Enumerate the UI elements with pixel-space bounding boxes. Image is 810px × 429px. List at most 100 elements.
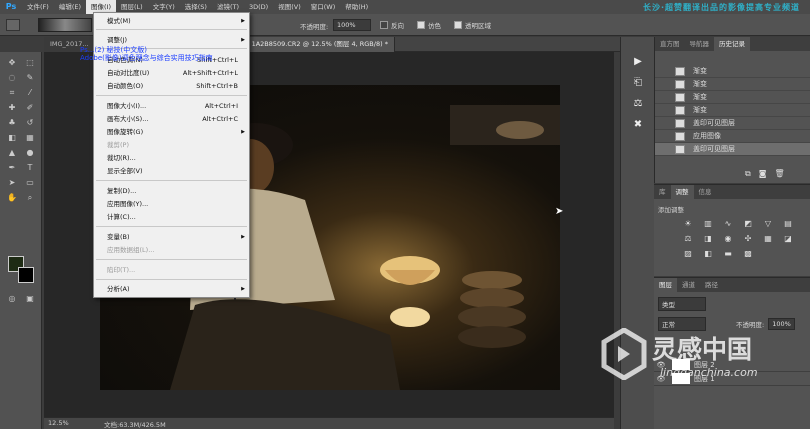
menu-edit[interactable]: 编辑(E)	[54, 0, 86, 14]
tab-channels[interactable]: 通道	[677, 278, 700, 292]
gradient-tool-sidebar-icon[interactable]: ▦	[23, 131, 37, 144]
opacity-input[interactable]: 100%	[333, 19, 371, 31]
gradient-tool-icon[interactable]	[6, 19, 20, 31]
threshold-icon[interactable]: ◧	[702, 249, 714, 259]
doc-size: 文档:63.3M/426.5M	[104, 421, 166, 429]
color-balance-icon[interactable]: ⚖	[682, 234, 694, 244]
zoom-level[interactable]: 12.5%	[48, 419, 69, 427]
type-tool-icon[interactable]: T	[23, 161, 37, 174]
healing-tool-icon[interactable]: ✚	[5, 101, 19, 114]
curves-icon[interactable]: ∿	[722, 219, 734, 229]
menu-item-rotation[interactable]: 图像旋转(G) ▶	[94, 126, 249, 138]
menu-item-mode[interactable]: 模式(M) ▶	[94, 15, 249, 27]
menu-item-trim[interactable]: 裁切(R)...	[94, 152, 249, 164]
submenu-arrow-icon: ▶	[241, 234, 245, 240]
menu-window[interactable]: 窗口(W)	[306, 0, 341, 14]
transparency-label: 透明区域	[465, 22, 491, 30]
menu-item-apply-image[interactable]: 应用图像(Y)...	[94, 198, 249, 210]
snapshot-icon[interactable]: ⧉	[745, 169, 751, 179]
screen-mode-icon[interactable]: ▣	[23, 292, 37, 305]
camera-icon[interactable]: ◙	[759, 169, 767, 179]
pen-tool-icon[interactable]: ✒	[5, 161, 19, 174]
lookup-icon[interactable]: ▦	[762, 234, 774, 244]
blur-tool-icon[interactable]: ▲	[5, 146, 19, 159]
dodge-tool-icon[interactable]: ●	[23, 146, 37, 159]
menu-item-duplicate[interactable]: 复制(D)...	[94, 185, 249, 197]
path-select-icon[interactable]: ➤	[5, 176, 19, 189]
menu-item-auto-color[interactable]: 自动颜色(O) Shift+Ctrl+B	[94, 80, 249, 92]
tab-adjustments[interactable]: 调整	[670, 185, 694, 199]
menu-item-adjust[interactable]: 调整(J) ▶	[94, 34, 249, 46]
shape-tool-icon[interactable]: ▭	[23, 176, 37, 189]
history-item[interactable]: 渐变	[655, 104, 810, 117]
history-brush-icon[interactable]: ↺	[23, 116, 37, 129]
zoom-tool-icon[interactable]: ⌕	[23, 191, 37, 204]
menu-item-image-size[interactable]: 图像大小(I)... Alt+Ctrl+I	[94, 100, 249, 112]
bw-icon[interactable]: ◨	[702, 234, 714, 244]
tab-layers[interactable]: 图层	[654, 278, 677, 292]
menu-item-analysis[interactable]: 分析(A) ▶	[94, 283, 249, 295]
menu-help[interactable]: 帮助(H)	[340, 0, 373, 14]
submenu-arrow-icon: ▶	[241, 129, 245, 135]
lasso-tool-icon[interactable]: ◌	[5, 71, 19, 84]
tab-navigator[interactable]: 导航器	[685, 37, 715, 51]
history-item[interactable]: 渐变	[655, 65, 810, 78]
channel-mixer-icon[interactable]: ✣	[742, 234, 754, 244]
selective-color-icon[interactable]: ▩	[742, 249, 754, 259]
background-color-swatch[interactable]	[18, 267, 34, 283]
exposure-icon[interactable]: ◩	[742, 219, 754, 229]
menu-item-variables[interactable]: 变量(B) ▶	[94, 231, 249, 243]
submenu-arrow-icon: ▶	[241, 286, 245, 292]
marquee-tool-icon[interactable]: ⬚	[23, 56, 37, 69]
play-icon[interactable]: ▶	[628, 53, 648, 71]
tab-1a2b8509[interactable]: 1A2B8509.CR2 @ 12.5% (图层 4, RGB/8) *	[245, 37, 395, 52]
history-item[interactable]: 应用图像	[655, 130, 810, 143]
menu-view[interactable]: 视图(V)	[273, 0, 306, 14]
tab-paths[interactable]: 路径	[700, 278, 723, 292]
crop-tool-icon[interactable]: ⌗	[5, 86, 19, 99]
tab-library[interactable]: 库	[654, 185, 671, 199]
tab-history[interactable]: 历史记录	[714, 37, 750, 51]
close-icon[interactable]: ✖	[628, 116, 648, 134]
dither-checkbox[interactable]	[417, 21, 425, 29]
menu-item-label: 调整(J)	[107, 36, 127, 44]
eyedropper-tool-icon[interactable]: ⁄	[23, 86, 37, 99]
overlay-caption: Ps...(2) 秘技(中文版) Adobe(影像)调色理念与综合实用技巧指南	[80, 46, 213, 62]
reverse-checkbox[interactable]	[380, 21, 388, 29]
history-item[interactable]: 渐变	[655, 78, 810, 91]
gradient-picker[interactable]	[38, 18, 92, 32]
tab-histogram[interactable]: 直方图	[655, 37, 685, 51]
adjust-icon[interactable]: ⚖	[628, 95, 648, 113]
menu-item-auto-contrast[interactable]: 自动对比度(U) Alt+Shift+Ctrl+L	[94, 67, 249, 79]
posterize-icon[interactable]: ▨	[682, 249, 694, 259]
menu-item-label: 图像旋转(G)	[107, 128, 144, 136]
hue-icon[interactable]: ▤	[782, 219, 794, 229]
history-item[interactable]: 渐变	[655, 91, 810, 104]
menu-item-canvas-size[interactable]: 画布大小(S)... Alt+Ctrl+C	[94, 113, 249, 125]
vibrance-icon[interactable]: ▽	[762, 219, 774, 229]
menu-item-label: 裁切(R)...	[107, 154, 136, 162]
gradient-map-icon[interactable]: ▬	[722, 249, 734, 259]
history-icon[interactable]: ⎗	[628, 74, 648, 92]
transparency-checkbox[interactable]	[454, 21, 462, 29]
menu-file[interactable]: 文件(F)	[22, 0, 54, 14]
hand-tool-icon[interactable]: ✋	[5, 191, 19, 204]
quick-select-tool-icon[interactable]: ✎	[23, 71, 37, 84]
invert-icon[interactable]: ◪	[782, 234, 794, 244]
brightness-icon[interactable]: ☀	[682, 219, 694, 229]
brush-tool-icon[interactable]: ✐	[23, 101, 37, 114]
history-item-selected[interactable]: 盖印可见图层	[655, 143, 810, 156]
history-icon	[675, 131, 685, 141]
move-tool-icon[interactable]: ✥	[5, 56, 19, 69]
tab-info[interactable]: 信息	[694, 185, 717, 199]
history-item[interactable]: 盖印可见图层	[655, 117, 810, 130]
trash-icon[interactable]: 🗑	[774, 169, 784, 179]
layer-kind-filter[interactable]: 类型	[658, 297, 706, 311]
menu-item-calculations[interactable]: 计算(C)...	[94, 211, 249, 223]
quick-mask-icon[interactable]: ◎	[5, 292, 19, 305]
menu-item-reveal-all[interactable]: 显示全部(V)	[94, 165, 249, 177]
levels-icon[interactable]: ▥	[702, 219, 714, 229]
stamp-tool-icon[interactable]: ♣	[5, 116, 19, 129]
eraser-tool-icon[interactable]: ◧	[5, 131, 19, 144]
photo-filter-icon[interactable]: ◉	[722, 234, 734, 244]
